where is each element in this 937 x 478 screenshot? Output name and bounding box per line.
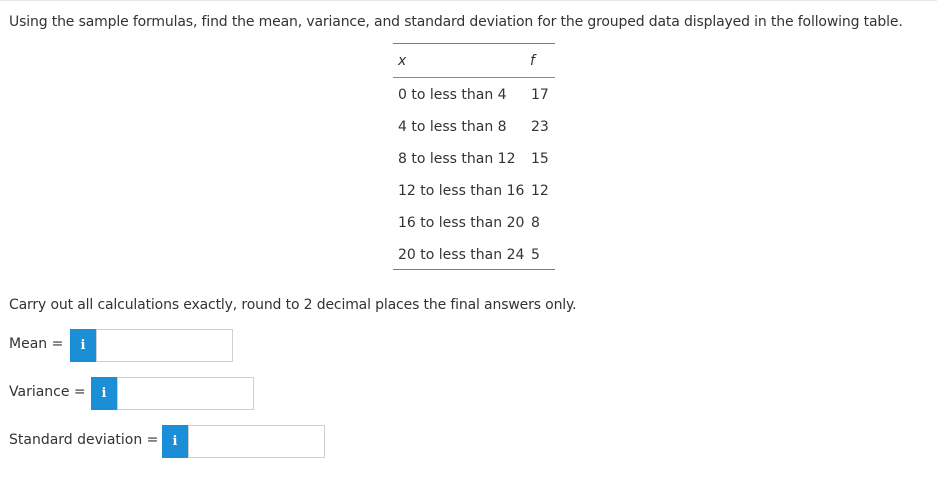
mean-answer-row: Mean = i	[9, 329, 233, 362]
table-row: 8 to less than 12 15	[393, 144, 555, 176]
std-dev-input[interactable]	[188, 425, 325, 458]
variance-answer-row: Variance = i	[9, 377, 254, 410]
class-interval-cell: 4 to less than 8	[398, 119, 507, 135]
std-dev-info-icon[interactable]: i	[162, 425, 188, 458]
table-bottom-rule	[393, 269, 555, 270]
frequency-cell: 8	[531, 215, 540, 231]
table-row: 0 to less than 4 17	[393, 80, 555, 112]
mean-label: Mean =	[9, 336, 64, 352]
variance-label: Variance =	[9, 384, 86, 400]
instruction-text: Carry out all calculations exactly, roun…	[9, 297, 577, 313]
column-header-x: x	[398, 53, 407, 69]
table-row: 12 to less than 16 12	[393, 176, 555, 208]
question-text: Using the sample formulas, find the mean…	[9, 14, 903, 30]
class-interval-cell: 0 to less than 4	[398, 87, 507, 103]
mean-input[interactable]	[96, 329, 233, 362]
table-row: 16 to less than 20 8	[393, 208, 555, 240]
class-interval-cell: 16 to less than 20	[398, 215, 525, 231]
table-row: 20 to less than 24 5	[393, 240, 555, 272]
frequency-cell: 5	[531, 247, 540, 263]
frequency-cell: 17	[531, 87, 549, 103]
variance-input[interactable]	[117, 377, 254, 410]
std-dev-label: Standard deviation =	[9, 432, 159, 448]
table-top-rule	[393, 43, 555, 44]
frequency-cell: 12	[531, 183, 549, 199]
frequency-cell: 15	[531, 151, 549, 167]
grouped-data-table: x f 0 to less than 4 17 4 to less than 8…	[393, 43, 555, 271]
frequency-cell: 23	[531, 119, 549, 135]
table-header-rule	[393, 77, 555, 78]
column-header-f: f	[530, 53, 535, 69]
top-divider	[0, 0, 937, 1]
variance-info-icon[interactable]: i	[91, 377, 117, 410]
mean-info-icon[interactable]: i	[70, 329, 96, 362]
class-interval-cell: 12 to less than 16	[398, 183, 525, 199]
table-row: 4 to less than 8 23	[393, 112, 555, 144]
class-interval-cell: 8 to less than 12	[398, 151, 516, 167]
class-interval-cell: 20 to less than 24	[398, 247, 525, 263]
std-dev-answer-row: Standard deviation = i	[9, 425, 325, 458]
